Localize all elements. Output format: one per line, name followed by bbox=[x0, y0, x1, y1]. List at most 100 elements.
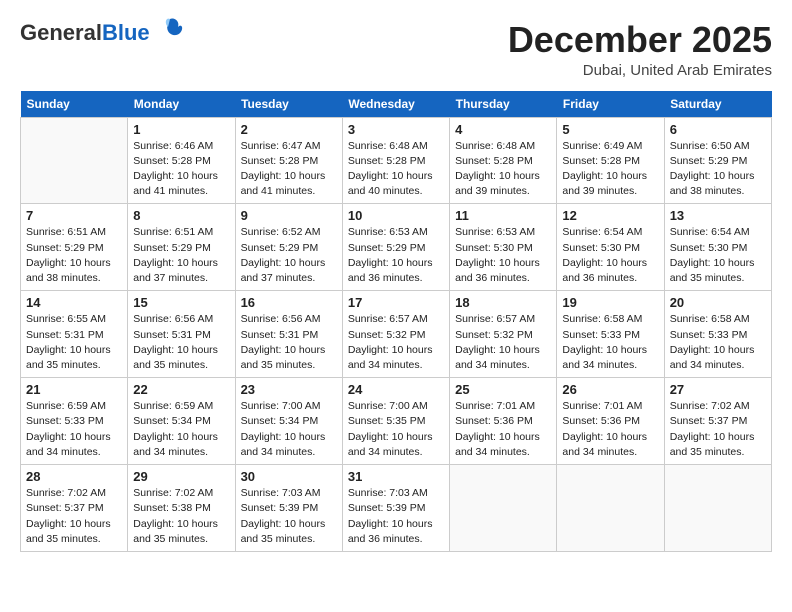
calendar-cell: 23Sunrise: 7:00 AMSunset: 5:34 PMDayligh… bbox=[235, 378, 342, 465]
day-number: 17 bbox=[348, 295, 444, 310]
calendar-cell: 31Sunrise: 7:03 AMSunset: 5:39 PMDayligh… bbox=[342, 465, 449, 552]
day-number: 4 bbox=[455, 122, 551, 137]
day-info: Sunrise: 6:56 AMSunset: 5:31 PMDaylight:… bbox=[133, 313, 218, 371]
day-number: 15 bbox=[133, 295, 229, 310]
calendar-cell: 13 Sunrise: 6:54 AMSunset: 5:30 PMDayligh… bbox=[664, 204, 771, 291]
day-info: Sunrise: 6:47 AMSunset: 5:28 PMDaylight:… bbox=[241, 140, 326, 198]
weekday-header-thursday: Thursday bbox=[450, 91, 557, 118]
day-info: Sunrise: 6:46 AMSunset: 5:28 PMDaylight:… bbox=[133, 140, 218, 198]
day-number: 14 bbox=[26, 295, 122, 310]
logo: GeneralBlue bbox=[20, 20, 184, 46]
weekday-header-row: SundayMondayTuesdayWednesdayThursdayFrid… bbox=[21, 91, 772, 118]
day-number: 12 bbox=[562, 208, 658, 223]
calendar-cell: 14 Sunrise: 6:55 AMSunset: 5:31 PMDayligh… bbox=[21, 291, 128, 378]
calendar-cell: 6 Sunrise: 6:50 AMSunset: 5:29 PMDaylight… bbox=[664, 117, 771, 204]
day-info: Sunrise: 6:51 AMSunset: 5:29 PMDaylight:… bbox=[133, 226, 218, 284]
day-number: 21 bbox=[26, 382, 122, 397]
calendar-cell: 16Sunrise: 6:56 AMSunset: 5:31 PMDayligh… bbox=[235, 291, 342, 378]
calendar-cell: 4 Sunrise: 6:48 AMSunset: 5:28 PMDaylight… bbox=[450, 117, 557, 204]
day-number: 23 bbox=[241, 382, 337, 397]
weekday-header-tuesday: Tuesday bbox=[235, 91, 342, 118]
calendar-cell bbox=[557, 465, 664, 552]
logo-bird-icon bbox=[156, 15, 184, 43]
calendar-cell bbox=[664, 465, 771, 552]
day-info: Sunrise: 6:50 AMSunset: 5:29 PMDaylight:… bbox=[670, 140, 755, 198]
calendar-cell bbox=[21, 117, 128, 204]
day-number: 18 bbox=[455, 295, 551, 310]
day-number: 5 bbox=[562, 122, 658, 137]
day-info: Sunrise: 6:52 AMSunset: 5:29 PMDaylight:… bbox=[241, 226, 326, 284]
calendar-cell: 22 Sunrise: 6:59 AMSunset: 5:34 PMDayligh… bbox=[128, 378, 235, 465]
calendar-cell: 9Sunrise: 6:52 AMSunset: 5:29 PMDaylight… bbox=[235, 204, 342, 291]
calendar-cell: 3 Sunrise: 6:48 AMSunset: 5:28 PMDaylight… bbox=[342, 117, 449, 204]
day-info: Sunrise: 7:01 AMSunset: 5:36 PMDaylight:… bbox=[562, 400, 647, 458]
day-number: 1 bbox=[133, 122, 229, 137]
calendar-cell: 30 Sunrise: 7:03 AMSunset: 5:39 PMDayligh… bbox=[235, 465, 342, 552]
calendar-cell: 24Sunrise: 7:00 AMSunset: 5:35 PMDayligh… bbox=[342, 378, 449, 465]
calendar-cell: 20Sunrise: 6:58 AMSunset: 5:33 PMDayligh… bbox=[664, 291, 771, 378]
day-number: 19 bbox=[562, 295, 658, 310]
day-number: 28 bbox=[26, 469, 122, 484]
day-info: Sunrise: 7:01 AMSunset: 5:36 PMDaylight:… bbox=[455, 400, 540, 458]
day-info: Sunrise: 6:48 AMSunset: 5:28 PMDaylight:… bbox=[348, 140, 433, 198]
calendar-cell: 10 Sunrise: 6:53 AMSunset: 5:29 PMDayligh… bbox=[342, 204, 449, 291]
calendar-cell: 27 Sunrise: 7:02 AMSunset: 5:37 PMDayligh… bbox=[664, 378, 771, 465]
day-info: Sunrise: 7:02 AMSunset: 5:38 PMDaylight:… bbox=[133, 487, 218, 545]
calendar-week-row: 21Sunrise: 6:59 AMSunset: 5:33 PMDayligh… bbox=[21, 378, 772, 465]
calendar-week-row: 7Sunrise: 6:51 AMSunset: 5:29 PMDaylight… bbox=[21, 204, 772, 291]
day-info: Sunrise: 6:48 AMSunset: 5:28 PMDaylight:… bbox=[455, 140, 540, 198]
calendar-cell: 8 Sunrise: 6:51 AMSunset: 5:29 PMDaylight… bbox=[128, 204, 235, 291]
day-info: Sunrise: 6:57 AMSunset: 5:32 PMDaylight:… bbox=[348, 313, 433, 371]
day-number: 13 bbox=[670, 208, 766, 223]
day-number: 10 bbox=[348, 208, 444, 223]
day-info: Sunrise: 6:55 AMSunset: 5:31 PMDaylight:… bbox=[26, 313, 111, 371]
day-number: 2 bbox=[241, 122, 337, 137]
day-info: Sunrise: 7:02 AMSunset: 5:37 PMDaylight:… bbox=[26, 487, 111, 545]
day-number: 22 bbox=[133, 382, 229, 397]
calendar-week-row: 28 Sunrise: 7:02 AMSunset: 5:37 PMDayligh… bbox=[21, 465, 772, 552]
calendar-cell: 26Sunrise: 7:01 AMSunset: 5:36 PMDayligh… bbox=[557, 378, 664, 465]
calendar-cell: 15 Sunrise: 6:56 AMSunset: 5:31 PMDayligh… bbox=[128, 291, 235, 378]
day-number: 29 bbox=[133, 469, 229, 484]
day-number: 30 bbox=[241, 469, 337, 484]
calendar-cell: 1 Sunrise: 6:46 AMSunset: 5:28 PMDaylight… bbox=[128, 117, 235, 204]
calendar-cell: 11Sunrise: 6:53 AMSunset: 5:30 PMDayligh… bbox=[450, 204, 557, 291]
calendar-week-row: 1 Sunrise: 6:46 AMSunset: 5:28 PMDaylight… bbox=[21, 117, 772, 204]
weekday-header-wednesday: Wednesday bbox=[342, 91, 449, 118]
day-info: Sunrise: 7:00 AMSunset: 5:35 PMDaylight:… bbox=[348, 400, 433, 458]
day-info: Sunrise: 7:03 AMSunset: 5:39 PMDaylight:… bbox=[348, 487, 433, 545]
day-info: Sunrise: 6:54 AMSunset: 5:30 PMDaylight:… bbox=[562, 226, 647, 284]
calendar-cell: 18Sunrise: 6:57 AMSunset: 5:32 PMDayligh… bbox=[450, 291, 557, 378]
day-info: Sunrise: 7:02 AMSunset: 5:37 PMDaylight:… bbox=[670, 400, 755, 458]
day-info: Sunrise: 6:51 AMSunset: 5:29 PMDaylight:… bbox=[26, 226, 111, 284]
day-number: 6 bbox=[670, 122, 766, 137]
calendar-table: SundayMondayTuesdayWednesdayThursdayFrid… bbox=[20, 91, 772, 552]
day-info: Sunrise: 7:03 AMSunset: 5:39 PMDaylight:… bbox=[241, 487, 326, 545]
logo-blue: Blue bbox=[102, 20, 150, 45]
calendar-cell: 2 Sunrise: 6:47 AMSunset: 5:28 PMDaylight… bbox=[235, 117, 342, 204]
calendar-cell: 29 Sunrise: 7:02 AMSunset: 5:38 PMDayligh… bbox=[128, 465, 235, 552]
day-info: Sunrise: 6:53 AMSunset: 5:29 PMDaylight:… bbox=[348, 226, 433, 284]
weekday-header-monday: Monday bbox=[128, 91, 235, 118]
day-info: Sunrise: 6:58 AMSunset: 5:33 PMDaylight:… bbox=[670, 313, 755, 371]
calendar-cell: 25Sunrise: 7:01 AMSunset: 5:36 PMDayligh… bbox=[450, 378, 557, 465]
logo-general: General bbox=[20, 20, 102, 45]
day-info: Sunrise: 6:53 AMSunset: 5:30 PMDaylight:… bbox=[455, 226, 540, 284]
month-year-title: December 2025 bbox=[508, 20, 772, 60]
day-info: Sunrise: 6:59 AMSunset: 5:34 PMDaylight:… bbox=[133, 400, 218, 458]
day-number: 8 bbox=[133, 208, 229, 223]
day-number: 3 bbox=[348, 122, 444, 137]
calendar-cell: 12 Sunrise: 6:54 AMSunset: 5:30 PMDayligh… bbox=[557, 204, 664, 291]
logo-text: GeneralBlue bbox=[20, 20, 150, 45]
page-header: GeneralBlue December 2025 Dubai, United … bbox=[20, 20, 772, 79]
calendar-cell bbox=[450, 465, 557, 552]
day-number: 27 bbox=[670, 382, 766, 397]
day-info: Sunrise: 6:54 AMSunset: 5:30 PMDaylight:… bbox=[670, 226, 755, 284]
weekday-header-sunday: Sunday bbox=[21, 91, 128, 118]
title-block: December 2025 Dubai, United Arab Emirate… bbox=[508, 20, 772, 79]
calendar-cell: 21Sunrise: 6:59 AMSunset: 5:33 PMDayligh… bbox=[21, 378, 128, 465]
day-info: Sunrise: 6:56 AMSunset: 5:31 PMDaylight:… bbox=[241, 313, 326, 371]
calendar-cell: 28 Sunrise: 7:02 AMSunset: 5:37 PMDayligh… bbox=[21, 465, 128, 552]
calendar-cell: 7Sunrise: 6:51 AMSunset: 5:29 PMDaylight… bbox=[21, 204, 128, 291]
day-info: Sunrise: 6:49 AMSunset: 5:28 PMDaylight:… bbox=[562, 140, 647, 198]
